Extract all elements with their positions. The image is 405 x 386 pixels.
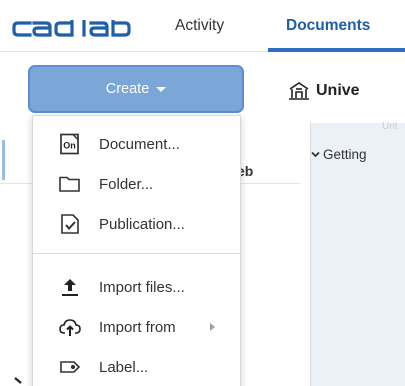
nav-tab-documents[interactable]: Documents [286, 17, 370, 35]
menu-divider [33, 253, 240, 254]
toolbar: Create Unive [0, 53, 405, 123]
menu-item-import-files[interactable]: Import files... [33, 269, 240, 305]
menu-item-label: Document... [99, 135, 180, 153]
menu-item-label: Publication... [99, 215, 185, 233]
workspace-title[interactable]: Unive [288, 81, 360, 101]
top-nav-bar: Activity Documents [0, 0, 405, 52]
menu-item-import-from[interactable]: Import from [33, 309, 240, 345]
create-button-label: Create [105, 81, 150, 97]
create-button[interactable]: Create [28, 65, 244, 113]
menu-item-folder[interactable]: Folder... [33, 166, 240, 202]
chevron-right-icon[interactable] [12, 376, 26, 386]
label-tag-icon [58, 355, 82, 379]
create-menu: On Document... Folder... Publication... … [32, 115, 241, 386]
menu-item-publication[interactable]: Publication... [33, 206, 240, 242]
workspace-title-text: Unive [316, 82, 360, 99]
right-pane [311, 123, 405, 386]
caret-down-icon [156, 87, 167, 92]
menu-item-label: Import files... [99, 278, 185, 296]
svg-text:On: On [63, 141, 76, 151]
page: Activity Documents Create Unive eb Unt G… [0, 0, 405, 386]
menu-item-label-create[interactable]: Label... [33, 349, 240, 385]
cloud-upload-icon [58, 315, 82, 339]
menu-item-label: Label... [99, 358, 149, 376]
submenu-arrow-icon [210, 323, 215, 331]
faint-hint-text: Unt [382, 121, 398, 132]
active-tab-indicator [268, 48, 405, 52]
selected-indicator [2, 140, 5, 180]
document-onshape-icon: On [58, 132, 82, 156]
menu-item-label: Folder... [99, 175, 154, 193]
getting-started-header[interactable]: Getting [311, 147, 367, 162]
cadlab-logo[interactable] [12, 20, 158, 38]
menu-item-label: Import from [99, 318, 176, 336]
nav-tab-activity[interactable]: Activity [175, 17, 224, 35]
publication-icon [58, 212, 82, 236]
menu-item-document[interactable]: On Document... [33, 126, 240, 162]
folder-icon [58, 172, 82, 196]
getting-started-label: Getting [323, 147, 367, 162]
building-icon [289, 82, 309, 100]
upload-icon [58, 275, 82, 299]
chevron-down-icon [311, 151, 320, 158]
